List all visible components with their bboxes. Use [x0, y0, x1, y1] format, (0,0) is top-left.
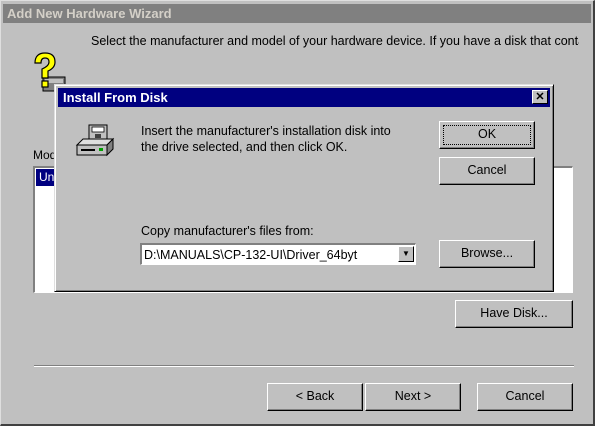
- dialog-message: Insert the manufacturer's installation d…: [141, 124, 391, 154]
- dialog-cancel-button[interactable]: Cancel: [439, 157, 535, 185]
- have-disk-button[interactable]: Have Disk...: [455, 300, 573, 328]
- dialog-cancel-label: Cancel: [467, 163, 507, 177]
- dialog-title: Install From Disk ✕: [58, 88, 550, 107]
- wizard-cancel-label: Cancel: [505, 389, 545, 403]
- next-label: Next >: [394, 389, 432, 403]
- wizard-title: Add New Hardware Wizard: [3, 4, 591, 23]
- browse-label: Browse...: [460, 246, 514, 260]
- install-from-disk-dialog: Install From Disk ✕ Insert the manufactu…: [54, 84, 554, 292]
- path-combobox[interactable]: D:\MANUALS\CP-132-UI\Driver_64byt ▼: [140, 243, 416, 265]
- back-label: < Back: [295, 389, 335, 403]
- have-disk-label: Have Disk...: [480, 306, 548, 320]
- ok-button[interactable]: OK: [439, 121, 535, 149]
- next-button[interactable]: Next >: [365, 383, 461, 411]
- browse-button[interactable]: Browse...: [439, 240, 535, 268]
- separator-line: [34, 365, 574, 367]
- wizard-instruction: Select the manufacturer and model of you…: [91, 34, 579, 48]
- chevron-down-icon[interactable]: ▼: [398, 246, 414, 262]
- models-label: Mod: [33, 148, 57, 162]
- back-button[interactable]: < Back: [267, 383, 363, 411]
- wizard-cancel-button[interactable]: Cancel: [477, 383, 573, 411]
- disk-drive-icon: [75, 124, 115, 157]
- close-icon: ✕: [535, 91, 545, 103]
- copy-files-label: Copy manufacturer's files from:: [141, 224, 314, 238]
- path-value[interactable]: D:\MANUALS\CP-132-UI\Driver_64byt: [144, 247, 392, 263]
- close-button[interactable]: ✕: [532, 90, 548, 104]
- dialog-title-text: Install From Disk: [63, 90, 168, 105]
- focus-rectangle: [443, 125, 531, 145]
